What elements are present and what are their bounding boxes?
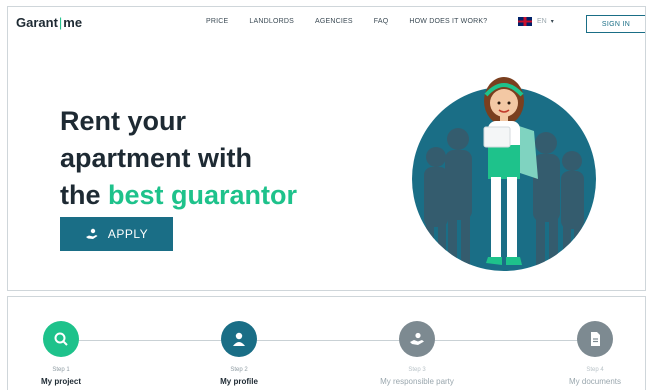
screenshot: Garant|me PRICE LANDLORDS AGENCIES FAQ H… bbox=[0, 0, 649, 390]
top-navbar: Garant|me PRICE LANDLORDS AGENCIES FAQ H… bbox=[8, 7, 645, 41]
garantme-logo[interactable]: Garant|me bbox=[16, 15, 82, 30]
nav-link-faq[interactable]: FAQ bbox=[374, 18, 389, 25]
language-selector[interactable]: EN ▾ bbox=[518, 17, 554, 26]
logo-text-left: Garant bbox=[16, 15, 58, 30]
user-icon[interactable] bbox=[221, 321, 257, 357]
nav-link-how-it-works[interactable]: HOW DOES IT WORK? bbox=[409, 18, 487, 25]
search-icon[interactable] bbox=[43, 321, 79, 357]
nav-links: PRICE LANDLORDS AGENCIES FAQ HOW DOES IT… bbox=[206, 18, 508, 25]
step-label: My responsible party bbox=[380, 377, 454, 386]
uk-flag-icon bbox=[518, 17, 532, 26]
hero-headline-accent: best guarantor bbox=[108, 180, 298, 210]
hero-headline: Rent your apartment with the best guaran… bbox=[60, 103, 390, 214]
logo-separator: | bbox=[58, 15, 63, 30]
nav-link-landlords[interactable]: LANDLORDS bbox=[249, 18, 294, 25]
step-my-profile[interactable]: Step 2 My profile bbox=[179, 321, 299, 386]
step-my-documents[interactable]: Step 4 My documents bbox=[535, 321, 645, 386]
apply-button-label: APPLY bbox=[107, 227, 149, 241]
sign-in-button[interactable]: SIGN IN bbox=[586, 15, 645, 33]
language-code: EN bbox=[537, 18, 547, 25]
student-illustration bbox=[396, 61, 612, 287]
landing-panel: Garant|me PRICE LANDLORDS AGENCIES FAQ H… bbox=[7, 6, 646, 291]
stepper-connector-line bbox=[60, 340, 600, 341]
hero-headline-line-3: the best guarantor bbox=[60, 177, 390, 214]
hero-headline-line-2: apartment with bbox=[60, 143, 253, 173]
step-label: My project bbox=[40, 377, 81, 386]
guarantor-hand-icon bbox=[85, 227, 99, 241]
step-number: Step 2 bbox=[230, 367, 248, 373]
guarantor-icon[interactable] bbox=[399, 321, 435, 357]
logo-text-right: me bbox=[63, 15, 83, 30]
apply-button[interactable]: APPLY bbox=[60, 217, 173, 251]
step-label: My profile bbox=[220, 377, 258, 386]
chevron-down-icon: ▾ bbox=[550, 19, 554, 25]
onboarding-stepper: Step 1 My project Step 2 My profile Step… bbox=[7, 296, 646, 390]
step-number: Step 4 bbox=[586, 367, 604, 373]
hero-headline-prefix: the bbox=[60, 180, 101, 210]
step-my-project[interactable]: Step 1 My project bbox=[8, 321, 121, 386]
step-label: My documents bbox=[568, 377, 622, 386]
step-number: Step 1 bbox=[52, 367, 70, 373]
nav-link-agencies[interactable]: AGENCIES bbox=[315, 18, 353, 25]
hero-headline-line-1: Rent your bbox=[60, 106, 187, 136]
document-icon[interactable] bbox=[577, 321, 613, 357]
step-my-responsible-party[interactable]: Step 3 My responsible party bbox=[357, 321, 477, 386]
nav-link-price[interactable]: PRICE bbox=[206, 18, 228, 25]
step-number: Step 3 bbox=[408, 367, 426, 373]
